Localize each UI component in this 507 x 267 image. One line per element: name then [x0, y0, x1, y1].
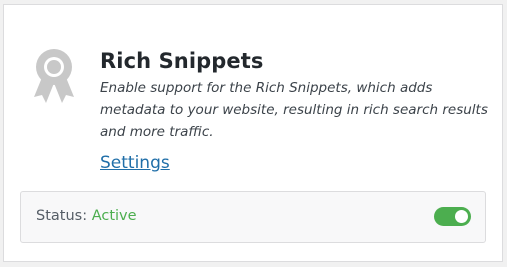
module-card: Rich Snippets Enable support for the Ric… — [3, 4, 503, 262]
module-description: Enable support for the Rich Snippets, wh… — [100, 80, 488, 140]
module-title: Rich Snippets — [100, 49, 264, 73]
settings-link[interactable]: Settings — [100, 153, 170, 173]
award-ribbon-icon — [26, 45, 82, 107]
module-enable-toggle[interactable] — [434, 207, 471, 226]
status-label: Status: — [36, 208, 88, 224]
status-value: Active — [91, 208, 137, 224]
toggle-knob — [455, 210, 468, 223]
status-text: Status: Active — [36, 208, 137, 224]
status-bar: Status: Active — [20, 191, 486, 243]
